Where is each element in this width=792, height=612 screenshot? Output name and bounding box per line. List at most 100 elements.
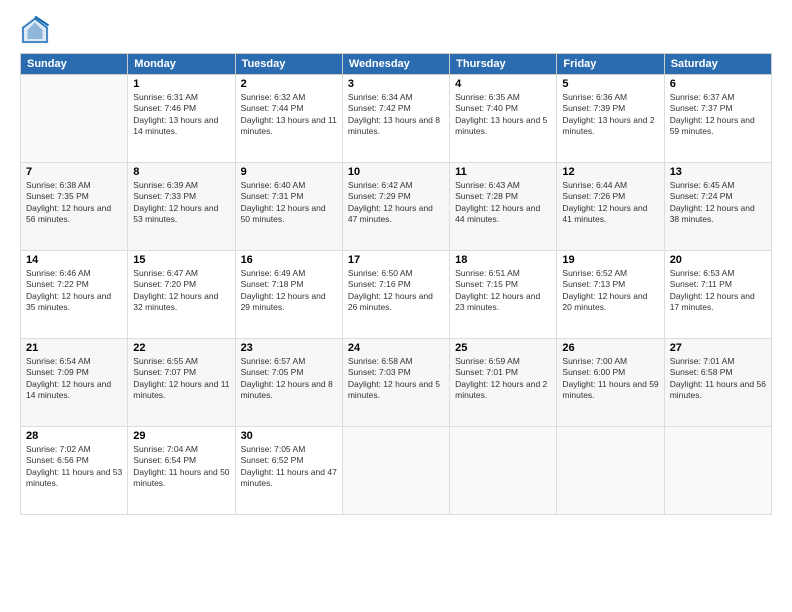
day-info: Sunrise: 7:00 AMSunset: 6:00 PMDaylight:…: [562, 356, 658, 402]
day-number: 29: [133, 430, 229, 442]
day-number: 3: [348, 78, 444, 90]
calendar-cell: 14 Sunrise: 6:46 AMSunset: 7:22 PMDayligh…: [21, 251, 128, 339]
day-info: Sunrise: 6:32 AMSunset: 7:44 PMDaylight:…: [241, 92, 337, 138]
calendar-cell: 3 Sunrise: 6:34 AMSunset: 7:42 PMDaylight…: [342, 75, 449, 163]
day-number: 19: [562, 254, 658, 266]
week-row-4: 28 Sunrise: 7:02 AMSunset: 6:56 PMDayligh…: [21, 427, 772, 515]
day-number: 22: [133, 342, 229, 354]
day-info: Sunrise: 6:46 AMSunset: 7:22 PMDaylight:…: [26, 268, 122, 314]
calendar-cell: 1 Sunrise: 6:31 AMSunset: 7:46 PMDaylight…: [128, 75, 235, 163]
header: [20, 15, 772, 45]
page: SundayMondayTuesdayWednesdayThursdayFrid…: [0, 0, 792, 612]
day-number: 16: [241, 254, 337, 266]
calendar-header: SundayMondayTuesdayWednesdayThursdayFrid…: [21, 54, 772, 75]
day-number: 20: [670, 254, 766, 266]
calendar-cell: 9 Sunrise: 6:40 AMSunset: 7:31 PMDaylight…: [235, 163, 342, 251]
calendar-cell: 6 Sunrise: 6:37 AMSunset: 7:37 PMDaylight…: [664, 75, 771, 163]
day-info: Sunrise: 6:51 AMSunset: 7:15 PMDaylight:…: [455, 268, 551, 314]
day-number: 18: [455, 254, 551, 266]
day-info: Sunrise: 6:45 AMSunset: 7:24 PMDaylight:…: [670, 180, 766, 226]
calendar-cell: 16 Sunrise: 6:49 AMSunset: 7:18 PMDayligh…: [235, 251, 342, 339]
header-day-friday: Friday: [557, 54, 664, 75]
day-info: Sunrise: 6:31 AMSunset: 7:46 PMDaylight:…: [133, 92, 229, 138]
day-info: Sunrise: 7:01 AMSunset: 6:58 PMDaylight:…: [670, 356, 766, 402]
calendar-cell: 11 Sunrise: 6:43 AMSunset: 7:28 PMDayligh…: [450, 163, 557, 251]
logo-icon: [20, 15, 50, 45]
day-number: 4: [455, 78, 551, 90]
day-number: 9: [241, 166, 337, 178]
header-day-thursday: Thursday: [450, 54, 557, 75]
day-info: Sunrise: 6:50 AMSunset: 7:16 PMDaylight:…: [348, 268, 444, 314]
header-day-sunday: Sunday: [21, 54, 128, 75]
day-number: 14: [26, 254, 122, 266]
day-number: 11: [455, 166, 551, 178]
week-row-2: 14 Sunrise: 6:46 AMSunset: 7:22 PMDayligh…: [21, 251, 772, 339]
day-info: Sunrise: 6:37 AMSunset: 7:37 PMDaylight:…: [670, 92, 766, 138]
day-info: Sunrise: 6:47 AMSunset: 7:20 PMDaylight:…: [133, 268, 229, 314]
day-info: Sunrise: 7:04 AMSunset: 6:54 PMDaylight:…: [133, 444, 229, 490]
day-number: 1: [133, 78, 229, 90]
calendar-cell: 24Sunrise: 6:58 AMSunset: 7:03 PMDayligh…: [342, 339, 449, 427]
calendar-cell: 27 Sunrise: 7:01 AMSunset: 6:58 PMDayligh…: [664, 339, 771, 427]
calendar-cell: 8 Sunrise: 6:39 AMSunset: 7:33 PMDaylight…: [128, 163, 235, 251]
calendar-cell: 7 Sunrise: 6:38 AMSunset: 7:35 PMDaylight…: [21, 163, 128, 251]
day-number: 5: [562, 78, 658, 90]
calendar-cell: 23 Sunrise: 6:57 AMSunset: 7:05 PMDayligh…: [235, 339, 342, 427]
day-info: Sunrise: 6:35 AMSunset: 7:40 PMDaylight:…: [455, 92, 551, 138]
day-number: 17: [348, 254, 444, 266]
day-info: Sunrise: 6:44 AMSunset: 7:26 PMDaylight:…: [562, 180, 658, 226]
week-row-1: 7 Sunrise: 6:38 AMSunset: 7:35 PMDaylight…: [21, 163, 772, 251]
header-row: SundayMondayTuesdayWednesdayThursdayFrid…: [21, 54, 772, 75]
calendar-cell: 15 Sunrise: 6:47 AMSunset: 7:20 PMDayligh…: [128, 251, 235, 339]
calendar-cell: 28 Sunrise: 7:02 AMSunset: 6:56 PMDayligh…: [21, 427, 128, 515]
day-number: 8: [133, 166, 229, 178]
calendar-cell: 25Sunrise: 6:59 AMSunset: 7:01 PMDayligh…: [450, 339, 557, 427]
day-number: 27: [670, 342, 766, 354]
calendar-table: SundayMondayTuesdayWednesdayThursdayFrid…: [20, 53, 772, 515]
calendar-cell: 29 Sunrise: 7:04 AMSunset: 6:54 PMDayligh…: [128, 427, 235, 515]
day-info: Sunrise: 7:02 AMSunset: 6:56 PMDaylight:…: [26, 444, 122, 490]
header-day-wednesday: Wednesday: [342, 54, 449, 75]
day-info: Sunrise: 6:38 AMSunset: 7:35 PMDaylight:…: [26, 180, 122, 226]
day-info: Sunrise: 6:42 AMSunset: 7:29 PMDaylight:…: [348, 180, 444, 226]
day-info: Sunrise: 6:40 AMSunset: 7:31 PMDaylight:…: [241, 180, 337, 226]
calendar-cell: 5 Sunrise: 6:36 AMSunset: 7:39 PMDaylight…: [557, 75, 664, 163]
header-day-tuesday: Tuesday: [235, 54, 342, 75]
calendar-cell: 2 Sunrise: 6:32 AMSunset: 7:44 PMDaylight…: [235, 75, 342, 163]
day-number: 28: [26, 430, 122, 442]
week-row-3: 21Sunrise: 6:54 AMSunset: 7:09 PMDayligh…: [21, 339, 772, 427]
day-info: Sunrise: 6:34 AMSunset: 7:42 PMDaylight:…: [348, 92, 444, 138]
day-number: 7: [26, 166, 122, 178]
calendar-cell: [557, 427, 664, 515]
week-row-0: 1 Sunrise: 6:31 AMSunset: 7:46 PMDaylight…: [21, 75, 772, 163]
calendar-cell: 26Sunrise: 7:00 AMSunset: 6:00 PMDayligh…: [557, 339, 664, 427]
calendar-cell: [664, 427, 771, 515]
calendar-cell: 21Sunrise: 6:54 AMSunset: 7:09 PMDayligh…: [21, 339, 128, 427]
day-info: Sunrise: 6:59 AMSunset: 7:01 PMDaylight:…: [455, 356, 551, 402]
calendar-body: 1 Sunrise: 6:31 AMSunset: 7:46 PMDaylight…: [21, 75, 772, 515]
day-info: Sunrise: 6:39 AMSunset: 7:33 PMDaylight:…: [133, 180, 229, 226]
day-info: Sunrise: 6:43 AMSunset: 7:28 PMDaylight:…: [455, 180, 551, 226]
calendar-cell: [450, 427, 557, 515]
day-info: Sunrise: 6:58 AMSunset: 7:03 PMDaylight:…: [348, 356, 444, 402]
day-number: 2: [241, 78, 337, 90]
day-number: 23: [241, 342, 337, 354]
day-info: Sunrise: 6:49 AMSunset: 7:18 PMDaylight:…: [241, 268, 337, 314]
calendar-cell: 30 Sunrise: 7:05 AMSunset: 6:52 PMDayligh…: [235, 427, 342, 515]
day-info: Sunrise: 6:57 AMSunset: 7:05 PMDaylight:…: [241, 356, 337, 402]
calendar-cell: 18 Sunrise: 6:51 AMSunset: 7:15 PMDayligh…: [450, 251, 557, 339]
calendar-cell: [21, 75, 128, 163]
logo: [20, 15, 55, 45]
day-number: 13: [670, 166, 766, 178]
day-info: Sunrise: 7:05 AMSunset: 6:52 PMDaylight:…: [241, 444, 337, 490]
day-number: 12: [562, 166, 658, 178]
calendar-cell: 20Sunrise: 6:53 AMSunset: 7:11 PMDayligh…: [664, 251, 771, 339]
day-number: 15: [133, 254, 229, 266]
day-number: 30: [241, 430, 337, 442]
calendar-cell: 13 Sunrise: 6:45 AMSunset: 7:24 PMDayligh…: [664, 163, 771, 251]
day-info: Sunrise: 6:36 AMSunset: 7:39 PMDaylight:…: [562, 92, 658, 138]
calendar-cell: [342, 427, 449, 515]
day-number: 21: [26, 342, 122, 354]
day-number: 6: [670, 78, 766, 90]
day-number: 10: [348, 166, 444, 178]
